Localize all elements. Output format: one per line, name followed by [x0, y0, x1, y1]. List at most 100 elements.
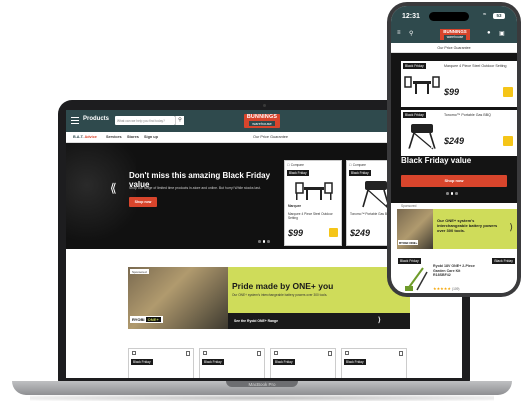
compare-checkbox[interactable]	[203, 351, 207, 355]
ryobi-brand: RYOBI	[132, 317, 145, 322]
product-name: Marquee 4 Piece Steel Outdoor Setting	[288, 212, 333, 220]
ryobi-banner-text: Our ONE+ system's interchangeable batter…	[437, 218, 498, 233]
menu-icon[interactable]	[71, 117, 79, 125]
black-friday-badge: Black Friday	[202, 359, 224, 365]
carousel-dot-active[interactable]	[262, 240, 265, 243]
phone-status-bar: 12:31 ≈ 53	[391, 6, 517, 26]
product-card[interactable]: ☐ Compare Black Friday Marquee Marquee 4…	[284, 160, 342, 246]
phone-shop-now-button[interactable]: Shop now	[401, 175, 507, 187]
black-friday-badge: Black Friday	[273, 359, 295, 365]
phone-carousel-dots[interactable]	[446, 192, 458, 195]
carousel-pause-icon[interactable]	[258, 240, 261, 243]
product-price: $99	[444, 87, 460, 97]
ryobi-brand-suffix: ONE+	[145, 317, 161, 322]
compare-checkbox[interactable]	[345, 351, 349, 355]
nav-item-stores[interactable]: Stores	[127, 135, 139, 139]
bunnings-logo[interactable]: BUNNINGS warehouse	[440, 29, 470, 40]
sponsor-cta-bar[interactable]: See the Ryobi ONE+ Range ⟩	[228, 313, 410, 329]
sponsor-cta-label: See the Ryobi ONE+ Range	[234, 318, 278, 323]
price-guarantee-link[interactable]: Our Price Guarantee	[253, 135, 288, 139]
wishlist-icon[interactable]	[399, 351, 403, 356]
wishlist-icon[interactable]	[186, 351, 190, 356]
product-name: Tonomo™ Portable Gas BBQ	[444, 113, 491, 117]
carousel-pause-icon[interactable]	[446, 192, 449, 195]
hero-prev-arrow-icon[interactable]: ⟪	[110, 181, 117, 195]
black-friday-badge: Black Friday	[398, 258, 421, 264]
product-name: Marquee 4 Piece Steel Outdoor Setting	[444, 64, 507, 68]
sponsored-tag: Sponsored	[130, 269, 149, 274]
hero-subtitle: Shop our range of limited time products …	[129, 186, 261, 190]
outdoor-setting-image	[295, 182, 333, 200]
carousel-dot-active[interactable]	[450, 192, 453, 195]
product-price: $99	[288, 228, 304, 238]
black-friday-badge: Black Friday	[492, 258, 515, 264]
logo-line1: BUNNINGS	[246, 114, 278, 120]
compare-checkbox[interactable]: ☐ Compare	[287, 163, 304, 167]
laptop-model-label: MacBook Pro	[248, 382, 276, 387]
phone-screen: 12:31 ≈ 53 ≡ ⚲ BUNNINGS warehouse ● ▣ Ou…	[391, 6, 517, 293]
hero-texture	[66, 143, 136, 249]
price-guarantee-link[interactable]: Our Price Guarantee	[391, 43, 517, 53]
compare-checkbox[interactable]	[274, 351, 278, 355]
outdoor-setting-image	[404, 76, 440, 94]
phone-site-header: ≡ ⚲ BUNNINGS warehouse ● ▣	[391, 26, 517, 43]
black-friday-badge: Black Friday	[403, 112, 426, 118]
carousel-dot[interactable]	[455, 192, 458, 195]
nav-item-services[interactable]: Services	[106, 135, 122, 139]
menu-icon[interactable]: ≡	[397, 30, 401, 36]
rating-count: (109)	[452, 287, 460, 291]
search-icon[interactable]: ⚲	[409, 30, 413, 37]
logo-line2: warehouse	[444, 35, 466, 40]
black-friday-badge: Black Friday	[403, 63, 426, 69]
nav-promo-bold: B.A.T.	[73, 135, 84, 139]
add-to-cart-icon[interactable]	[329, 228, 338, 237]
ryobi-sponsored-banner[interactable]: Sponsored RYOBI ONE+ Pride made by ONE+ …	[128, 267, 410, 329]
sponsor-text: Our ONE+ system's interchangeable batter…	[232, 293, 328, 297]
nav-promo[interactable]: B.A.T. Advice	[73, 135, 97, 139]
product-tile[interactable]: Black Friday Black Friday Ryobi 18V ONE+…	[397, 258, 517, 293]
hero-shop-now-button[interactable]: Shop now	[129, 197, 157, 207]
nav-item-signup[interactable]: Sign up	[144, 135, 158, 139]
add-to-cart-icon[interactable]	[503, 136, 513, 146]
carousel-dot[interactable]	[267, 240, 270, 243]
products-menu-label[interactable]: Products	[83, 116, 109, 122]
product-price: $249	[350, 228, 371, 238]
ryobi-sponsored-banner[interactable]: RYOBI ONE+ Our ONE+ system's interchange…	[397, 209, 517, 249]
cart-icon[interactable]: ▣	[499, 30, 505, 37]
account-icon[interactable]: ●	[487, 30, 491, 36]
search-icon[interactable]: ⚲	[175, 116, 184, 125]
nav-promo-text: Advice	[84, 135, 97, 139]
product-tile[interactable]: Black Friday	[270, 348, 336, 378]
search-input[interactable]: What can we help you find today?	[115, 116, 175, 125]
laptop-camera	[263, 104, 266, 107]
ryobi-logo: RYOBI ONE+	[398, 240, 419, 245]
product-card[interactable]: Black Friday Marquee 4 Piece Steel Outdo…	[401, 61, 517, 107]
black-friday-badge: Black Friday	[131, 359, 153, 365]
chevron-right-icon: ⟩	[509, 222, 513, 232]
product-tile[interactable]: Black Friday	[199, 348, 265, 378]
laptop-shadow	[30, 395, 494, 401]
product-tile[interactable]: Black Friday	[341, 348, 407, 378]
wifi-icon: ≈	[483, 12, 487, 18]
chevron-right-icon: ⟩	[378, 317, 381, 324]
product-name: Ryobi 18V ONE+ 2-Piece Garden Care Kit R…	[433, 264, 475, 277]
black-friday-badge: Black Friday	[287, 170, 309, 176]
garden-kit-image	[405, 267, 428, 291]
wishlist-icon[interactable]	[328, 351, 332, 356]
black-friday-badge: Black Friday	[344, 359, 366, 365]
sponsor-title: Pride made by ONE+ you	[232, 281, 334, 291]
compare-checkbox[interactable]	[132, 351, 136, 355]
device-mockup-stage: MacBook Pro Products What can we help yo…	[0, 0, 522, 406]
phone-hero-title: Don't miss this amazing Black Friday val…	[401, 146, 493, 165]
dynamic-island	[429, 12, 469, 21]
add-to-cart-icon[interactable]	[503, 87, 513, 97]
bunnings-logo[interactable]: BUNNINGS warehouse	[244, 114, 280, 128]
logo-line2: warehouse	[249, 121, 275, 126]
product-tile[interactable]: Black Friday	[128, 348, 194, 378]
wishlist-icon[interactable]	[257, 351, 261, 356]
product-price: $249	[444, 136, 465, 146]
compare-checkbox[interactable]: ☐ Compare	[349, 163, 366, 167]
hero-carousel-dots[interactable]	[258, 240, 270, 243]
battery-icon: 53	[493, 13, 505, 19]
product-brand: Marquee	[288, 204, 302, 208]
